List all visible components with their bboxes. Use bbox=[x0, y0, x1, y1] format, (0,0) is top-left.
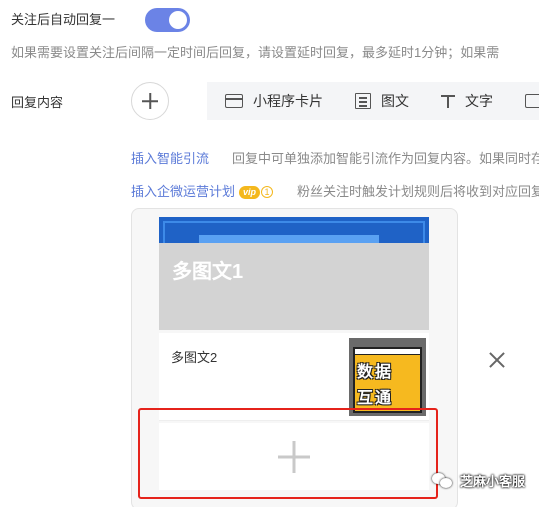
smart-traffic-row: 插入智能引流 回复中可单独添加智能引流作为回复内容。如果同时存 bbox=[131, 148, 539, 167]
type-mini-program-card[interactable]: 小程序卡片 bbox=[225, 82, 323, 120]
article-cover-item[interactable]: 多图文1 bbox=[159, 217, 429, 330]
watermark: 芝麻小客服 bbox=[432, 471, 525, 490]
watermark-text: 芝麻小客服 bbox=[460, 474, 526, 489]
cover-banner-text bbox=[199, 235, 379, 243]
type-text[interactable]: 文字 bbox=[441, 82, 493, 120]
vip-level-badge: 1 bbox=[261, 186, 274, 198]
smart-traffic-desc: 回复中可单独添加智能引流作为回复内容。如果同时存 bbox=[232, 151, 539, 166]
toggle-knob bbox=[169, 11, 187, 29]
auto-reply-title: 关注后自动回复一 bbox=[11, 12, 116, 27]
wecom-plan-desc: 粉丝关注时触发计划规则后将收到对应回复 bbox=[297, 184, 539, 199]
text-icon bbox=[441, 94, 455, 108]
article-icon bbox=[355, 93, 371, 109]
article-2-thumbnail: 数据 互通 bbox=[349, 338, 426, 416]
reply-content-label: 回复内容 bbox=[11, 95, 64, 110]
type-label: 文字 bbox=[465, 93, 493, 109]
reply-type-bar: 小程序卡片 图文 文字 bbox=[207, 82, 539, 120]
image-icon bbox=[525, 94, 539, 108]
delay-hint: 如果需要设置关注后间隔一定时间后回复，请设置延时回复，最多延时1分钟；如果需 bbox=[11, 45, 500, 60]
auto-reply-toggle[interactable] bbox=[145, 8, 190, 32]
add-reply-button[interactable] bbox=[131, 82, 169, 120]
type-image[interactable] bbox=[525, 82, 539, 120]
insert-smart-traffic-link[interactable]: 插入智能引流 bbox=[131, 151, 209, 166]
cover-banner-image bbox=[159, 217, 429, 243]
type-label: 图文 bbox=[381, 93, 409, 109]
remove-article-icon[interactable] bbox=[486, 349, 508, 371]
article-2-title: 多图文2 bbox=[171, 350, 218, 365]
mini-program-card-icon bbox=[225, 94, 243, 108]
thumbnail-line-2: 互通 bbox=[357, 390, 394, 407]
annotation-highlight-box bbox=[138, 408, 438, 499]
wechat-icon bbox=[432, 472, 454, 490]
vip-badge: vip bbox=[239, 186, 261, 199]
insert-wecom-plan-link[interactable]: 插入企微运营计划 bbox=[131, 184, 235, 199]
type-article[interactable]: 图文 bbox=[355, 82, 409, 120]
type-label: 小程序卡片 bbox=[253, 93, 323, 109]
wecom-plan-row: 插入企微运营计划 vip 1 粉丝关注时触发计划规则后将收到对应回复 bbox=[131, 181, 539, 200]
article-1-title: 多图文1 bbox=[172, 261, 244, 283]
thumbnail-line-1: 数据 bbox=[357, 364, 394, 381]
thumbnail-bar bbox=[355, 349, 420, 355]
